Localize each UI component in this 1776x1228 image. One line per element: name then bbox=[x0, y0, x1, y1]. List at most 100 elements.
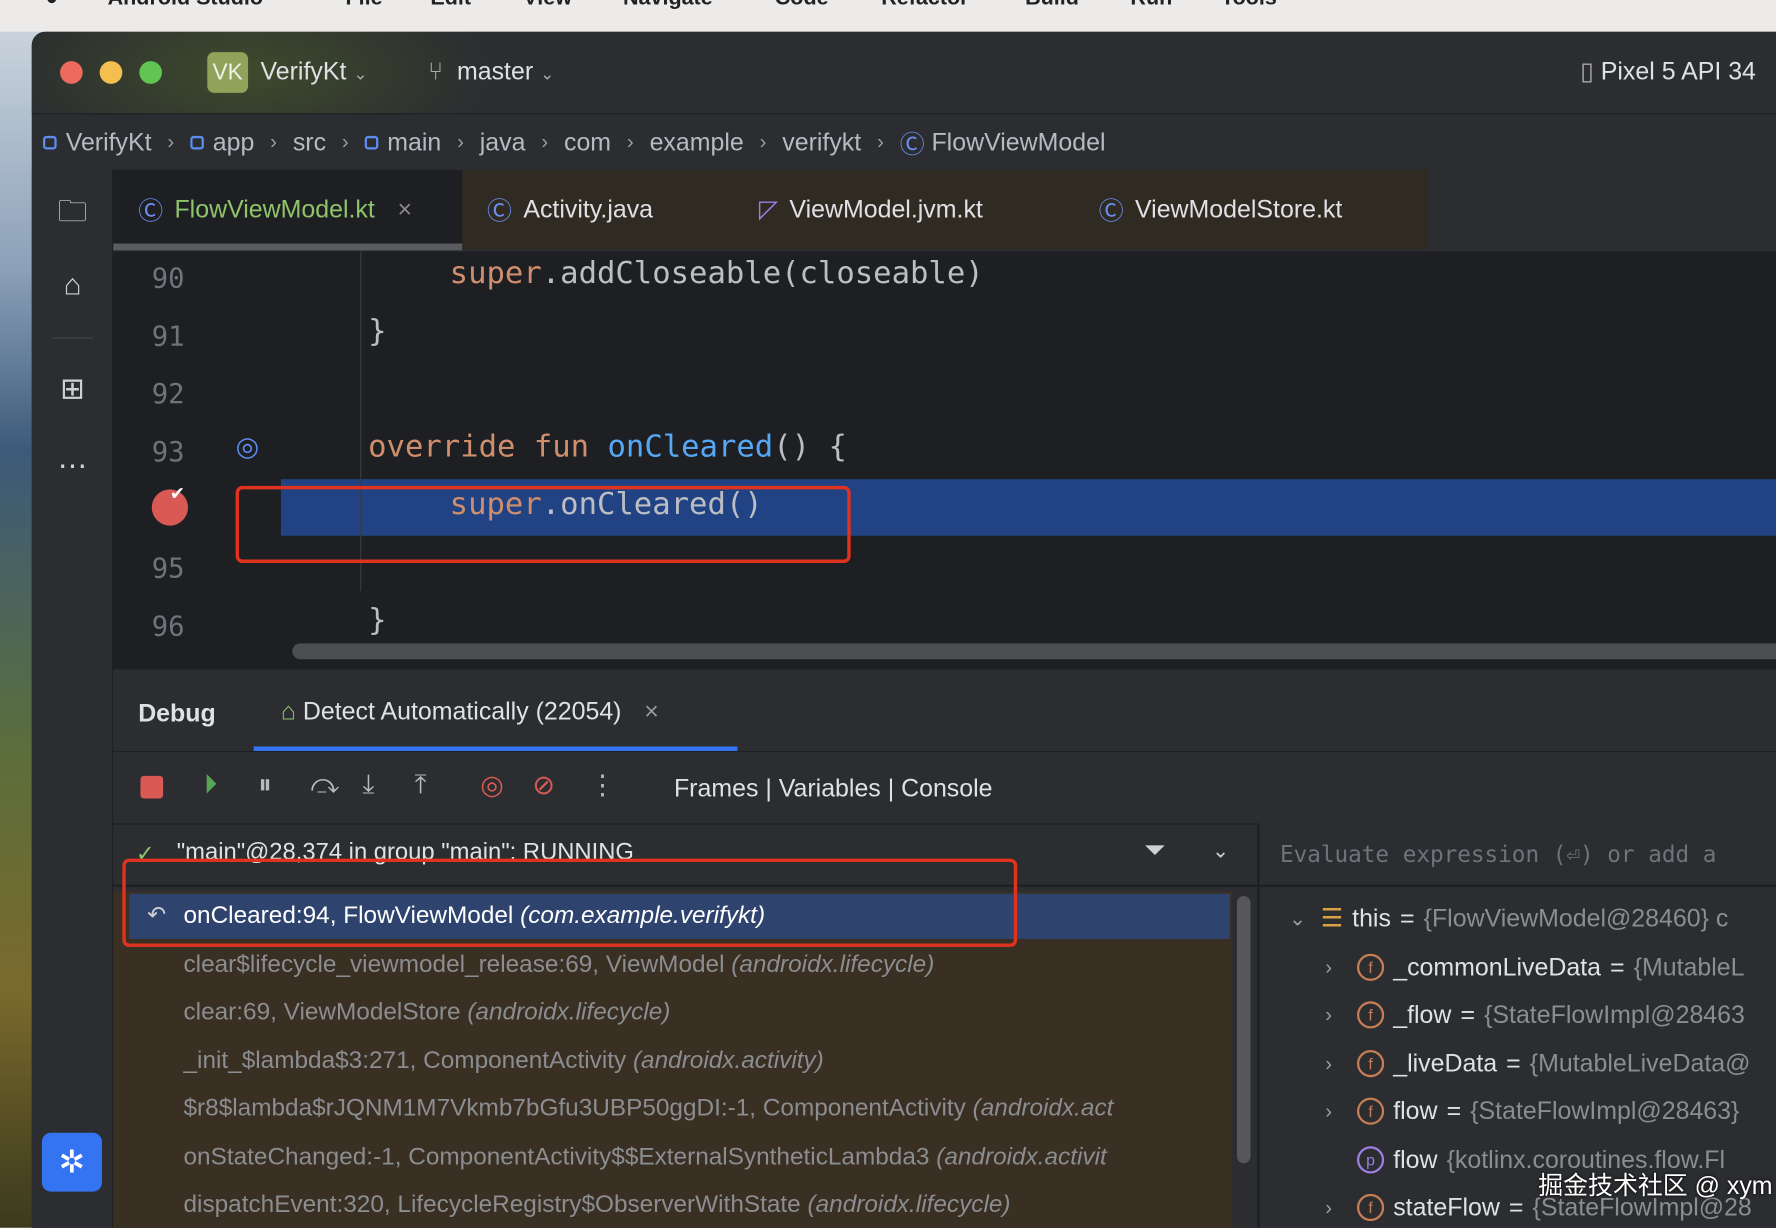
breakpoint-icon[interactable]: ✔ bbox=[151, 485, 189, 526]
crumb[interactable]: com bbox=[564, 127, 611, 156]
tab-label: ViewModelStore.kt bbox=[1134, 194, 1343, 224]
editor-tabs: Ⓒ FlowViewModel.kt × Ⓒ Activity.java ◸ ViewM… bbox=[113, 169, 1776, 252]
debug-tool-button[interactable]: ✲ bbox=[41, 1132, 102, 1192]
frame-row[interactable]: clear$lifecycle_viewmodel_release:69, Vi… bbox=[183, 950, 934, 978]
property-icon: p bbox=[1356, 1146, 1385, 1174]
chevron-right-icon[interactable]: › bbox=[1325, 1003, 1348, 1027]
frames-scrollbar[interactable] bbox=[1236, 895, 1251, 1164]
step-out-button[interactable]: ⤒ bbox=[415, 769, 427, 801]
close-window-button[interactable] bbox=[60, 61, 83, 84]
step-over-button[interactable]: ⤼ bbox=[310, 769, 339, 801]
apple-icon[interactable]: ● bbox=[45, 0, 58, 11]
module-icon bbox=[190, 135, 204, 149]
crumb[interactable]: example bbox=[650, 127, 744, 156]
view-breakpoints-button[interactable]: ◎ bbox=[480, 769, 504, 802]
session-tab[interactable]: ⌂ Detect Automatically (22054) × bbox=[281, 697, 659, 726]
divider bbox=[113, 750, 1776, 753]
menu-edit[interactable]: Edit bbox=[430, 0, 471, 11]
minimize-window-button[interactable] bbox=[99, 61, 123, 84]
variable-row[interactable]: ⌄ ☰ this = {FlowViewModel@28460} c bbox=[1289, 904, 1728, 933]
crumb[interactable]: main bbox=[387, 127, 441, 156]
pause-button[interactable]: ⏸ bbox=[258, 769, 272, 801]
variable-row[interactable]: › f _liveData = {MutableLiveData@ bbox=[1325, 1049, 1750, 1078]
crumb[interactable]: verifykt bbox=[782, 127, 861, 156]
menu-file[interactable]: File bbox=[345, 0, 382, 11]
menu-tools[interactable]: Tools bbox=[1221, 0, 1277, 11]
tab-label: ViewModel.jvm.kt bbox=[789, 194, 983, 224]
structure-icon[interactable]: ⊞ bbox=[32, 372, 114, 407]
chevron-right-icon[interactable]: › bbox=[1325, 1052, 1348, 1076]
menu-refactor[interactable]: Refactor bbox=[881, 0, 968, 11]
object-icon: ☰ bbox=[1320, 903, 1344, 933]
evaluate-expression-input[interactable]: Evaluate expression (⏎) or add a bbox=[1280, 840, 1716, 867]
view-switcher[interactable]: Frames | Variables | Console bbox=[674, 774, 993, 803]
tab-flowviewmodel[interactable]: Ⓒ FlowViewModel.kt × bbox=[113, 169, 463, 250]
debug-title: Debug bbox=[138, 698, 216, 728]
tab-label: Activity.java bbox=[523, 194, 654, 224]
folder-icon bbox=[364, 135, 379, 149]
code-editor[interactable]: 90 91 92 93 ◎ ✔ 95 96 super.addCloseable… bbox=[113, 251, 1776, 669]
chevron-down-icon[interactable]: ⌄ bbox=[1289, 907, 1312, 931]
crumb[interactable]: FlowViewModel bbox=[931, 127, 1105, 156]
variable-row[interactable]: › f flow = {StateFlowImpl@28463} bbox=[1325, 1096, 1739, 1125]
android-icon: ⌂ bbox=[280, 696, 296, 725]
frame-row[interactable]: _init_$lambda$3:271, ComponentActivity (… bbox=[183, 1047, 823, 1075]
ide-window: VK VerifyKt ⌄ ⑂ master ⌄ ▯ Pixel 5 API 3… bbox=[31, 31, 1776, 1228]
tab-viewmodelstore[interactable]: Ⓒ ViewModelStore.kt bbox=[1074, 170, 1343, 249]
chevron-right-icon[interactable]: › bbox=[1325, 955, 1348, 979]
resource-manager-icon[interactable]: ⌂ bbox=[32, 267, 114, 302]
chevron-right-icon: › bbox=[541, 130, 549, 153]
menu-view[interactable]: View bbox=[523, 0, 572, 11]
override-gutter-icon[interactable]: ◎ bbox=[236, 430, 260, 463]
chevron-right-icon: › bbox=[626, 130, 634, 153]
frame-row[interactable]: clear:69, ViewModelStore (androidx.lifec… bbox=[183, 998, 670, 1026]
menu-build[interactable]: Build bbox=[1025, 0, 1079, 11]
chevron-right-icon: › bbox=[167, 130, 175, 153]
field-icon: f bbox=[1356, 953, 1385, 981]
tab-activity[interactable]: Ⓒ Activity.java bbox=[462, 170, 653, 249]
menu-android-studio[interactable]: Android Studio bbox=[108, 0, 263, 11]
step-into-button[interactable]: ⤓ bbox=[362, 769, 374, 801]
chevron-down-icon[interactable]: ⌄ bbox=[1212, 839, 1229, 863]
menu-run[interactable]: Run bbox=[1130, 0, 1172, 11]
device-name: Pixel 5 API 34 bbox=[1600, 56, 1756, 85]
line-number: 92 bbox=[151, 378, 185, 411]
menu-code[interactable]: Code bbox=[775, 0, 829, 11]
mute-breakpoints-button[interactable]: ⊘ bbox=[532, 769, 555, 802]
crumb[interactable]: java bbox=[480, 127, 526, 156]
frame-row[interactable]: dispatchEvent:320, LifecycleRegistry$Obs… bbox=[183, 1190, 1010, 1218]
close-icon[interactable]: × bbox=[644, 697, 659, 725]
close-icon[interactable]: × bbox=[397, 195, 412, 224]
project-selector[interactable]: VerifyKt ⌄ bbox=[261, 57, 368, 86]
device-selector[interactable]: ▯ Pixel 5 API 34 bbox=[1580, 57, 1756, 86]
tab-underline bbox=[113, 243, 463, 251]
project-badge: VK bbox=[207, 52, 249, 93]
zoom-window-button[interactable] bbox=[139, 61, 162, 84]
kotlin-class-icon: Ⓒ bbox=[138, 197, 164, 226]
git-branch-icon: ⑂ bbox=[428, 56, 444, 85]
folder-icon[interactable]: 🗀 bbox=[32, 190, 114, 240]
stop-button[interactable] bbox=[140, 775, 164, 799]
crumb[interactable]: VerifyKt bbox=[66, 127, 152, 156]
frame-row[interactable]: onStateChanged:-1, ComponentActivity$$Ex… bbox=[183, 1143, 1106, 1171]
menu-navigate[interactable]: Navigate bbox=[623, 0, 713, 11]
crumb[interactable]: src bbox=[293, 127, 326, 156]
annotation-box bbox=[122, 858, 1018, 947]
more-icon[interactable]: ⋮ bbox=[589, 769, 616, 802]
frame-row[interactable]: $r8$lambda$rJQNM1M7Vkmb7bGfu3UBP50ggDI:-… bbox=[183, 1094, 1113, 1122]
branch-selector[interactable]: ⑂ master ⌄ bbox=[428, 57, 554, 86]
chevron-right-icon[interactable]: › bbox=[1325, 1099, 1348, 1123]
variable-row[interactable]: › f _flow = {StateFlowImpl@28463 bbox=[1325, 1000, 1745, 1029]
more-icon[interactable]: ⋯ bbox=[32, 449, 114, 484]
chevron-right-icon[interactable]: › bbox=[1325, 1196, 1348, 1220]
code-line: } bbox=[368, 313, 387, 349]
tab-viewmodel-jvm[interactable]: ◸ ViewModel.jvm.kt bbox=[734, 170, 983, 249]
title-bar: VK VerifyKt ⌄ ⑂ master ⌄ ▯ Pixel 5 API 3… bbox=[31, 31, 1776, 114]
resume-button[interactable]: ⏵ bbox=[204, 769, 218, 801]
crumb[interactable]: app bbox=[213, 127, 255, 156]
filter-icon[interactable]: ⏷ bbox=[1144, 835, 1166, 867]
line-number: 95 bbox=[151, 552, 185, 585]
variable-row[interactable]: › f _commonLiveData = {MutableL bbox=[1325, 953, 1745, 982]
kotlin-file-icon: ◸ bbox=[758, 194, 779, 224]
horizontal-scrollbar[interactable] bbox=[292, 643, 1776, 660]
